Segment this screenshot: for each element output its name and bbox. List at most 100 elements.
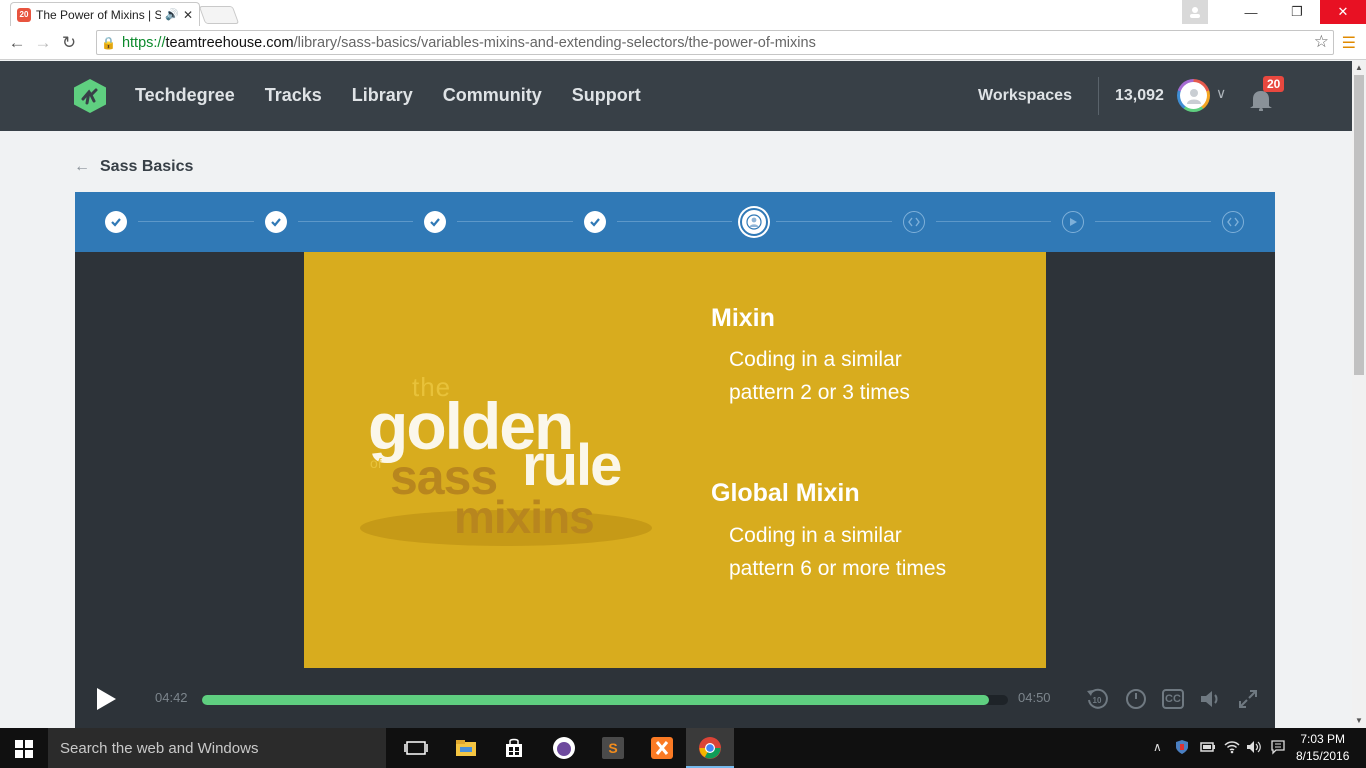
nav-community[interactable]: Community	[443, 85, 542, 106]
rewind-label: 10	[1093, 696, 1102, 705]
taskbar-clock[interactable]: 7:03 PM 8/15/2016	[1296, 731, 1349, 765]
back-arrow-icon[interactable]: ←	[74, 158, 90, 176]
player-controls: 04:42 04:50 10 CC	[75, 668, 1275, 728]
breadcrumb-label[interactable]: Sass Basics	[100, 158, 193, 176]
browser-menu-icon[interactable]: ☰	[1342, 33, 1356, 53]
chrome-taskbar-button[interactable]	[686, 728, 734, 768]
action-center-icon[interactable]	[1270, 739, 1286, 755]
step-video-play-icon[interactable]	[1062, 211, 1084, 233]
avatar[interactable]	[1177, 79, 1210, 112]
taskbar-search-input[interactable]: Search the web and Windows	[48, 728, 386, 768]
minimize-icon[interactable]: —	[1228, 0, 1274, 24]
nav-library[interactable]: Library	[352, 85, 413, 106]
address-bar: ← → ↻ 🔒 https://teamtreehouse.com/librar…	[0, 26, 1366, 60]
current-time: 04:42	[155, 690, 188, 705]
progress-track[interactable]	[202, 695, 1008, 705]
main-nav: Techdegree Tracks Library Community Supp…	[135, 85, 641, 106]
step-code-challenge-icon[interactable]	[1221, 211, 1244, 233]
speaker-icon[interactable]	[1246, 740, 1262, 754]
fullscreen-icon[interactable]	[1236, 687, 1260, 711]
step-connector	[457, 221, 573, 222]
nav-tracks[interactable]: Tracks	[265, 85, 322, 106]
nav-techdegree[interactable]: Techdegree	[135, 85, 235, 106]
url-input[interactable]: 🔒 https://teamtreehouse.com/library/sass…	[96, 30, 1334, 55]
video-slide: the golden of sass rule mixins Mixin Cod…	[304, 252, 1046, 668]
step-code-challenge-icon[interactable]	[902, 211, 925, 233]
play-icon[interactable]	[95, 688, 117, 710]
step-complete-check-icon[interactable]	[105, 211, 127, 233]
video-player[interactable]: the golden of sass rule mixins Mixin Cod…	[75, 252, 1275, 728]
slide-text-mixin-1: Coding in a similar	[729, 348, 902, 371]
clock-time: 7:03 PM	[1300, 732, 1346, 746]
window-controls: — ❐ ✕	[1182, 0, 1366, 24]
tab-title: The Power of Mixins | S	[36, 7, 162, 22]
course-progress-steps	[75, 192, 1275, 252]
site-header: Techdegree Tracks Library Community Supp…	[0, 61, 1352, 131]
step-complete-check-icon[interactable]	[264, 211, 287, 233]
window-close-icon[interactable]: ✕	[1320, 0, 1366, 24]
step-complete-check-icon[interactable]	[583, 211, 606, 233]
notification-badge[interactable]: 20	[1263, 76, 1285, 92]
slide-heading-global-mixin: Global Mixin	[711, 479, 860, 507]
slide-text-global-2: pattern 6 or more times	[729, 557, 947, 580]
task-view-icon[interactable]	[404, 736, 428, 760]
points-count[interactable]: 13,092	[1115, 87, 1164, 105]
scroll-up-icon[interactable]: ▲	[1352, 61, 1366, 75]
step-connector	[138, 221, 254, 222]
url-path: /library/sass-basics/variables-mixins-an…	[293, 34, 816, 51]
step-connector	[297, 221, 413, 222]
speed-icon[interactable]	[1124, 687, 1148, 711]
step-current-video-icon[interactable]	[740, 208, 768, 236]
tab-audio-icon[interactable]: 🔊	[165, 8, 179, 21]
slide-text-global-1: Coding in a similar	[729, 524, 902, 547]
slide-text-mixin-2: pattern 2 or 3 times	[729, 381, 910, 404]
golden-rule-mixins: mixins	[454, 491, 595, 543]
svg-text:S: S	[608, 740, 617, 756]
browser-profile-icon[interactable]	[1182, 0, 1208, 24]
windows-start-icon[interactable]	[15, 740, 33, 758]
volume-icon[interactable]	[1199, 687, 1223, 711]
browser-tab[interactable]: 20 The Power of Mixins | S 🔊 ✕	[10, 2, 200, 26]
step-complete-check-icon[interactable]	[424, 211, 446, 233]
scroll-down-icon[interactable]: ▼	[1352, 714, 1366, 728]
store-icon[interactable]	[502, 736, 526, 760]
page-scrollbar[interactable]: ▲ ▼	[1352, 61, 1366, 728]
closed-captions-icon[interactable]: CC	[1162, 689, 1184, 709]
lock-icon: 🔒	[101, 35, 116, 50]
workspaces-link[interactable]: Workspaces	[978, 87, 1072, 105]
sublime-text-icon[interactable]: S	[601, 736, 625, 760]
new-tab-button[interactable]	[198, 6, 240, 24]
treehouse-favicon-icon: 20	[17, 7, 31, 22]
step-connector	[935, 221, 1051, 222]
golden-rule-rule: rule	[522, 433, 622, 498]
duration: 04:50	[1018, 690, 1051, 705]
header-divider	[1098, 77, 1099, 115]
nav-support[interactable]: Support	[572, 85, 641, 106]
forward-icon[interactable]: →	[30, 33, 56, 53]
slide-heading-mixin: Mixin	[711, 304, 775, 332]
scroll-thumb[interactable]	[1354, 75, 1364, 375]
bell-icon[interactable]	[1248, 89, 1274, 111]
restore-icon[interactable]: ❐	[1274, 0, 1320, 24]
reload-icon[interactable]: ↻	[56, 33, 82, 53]
defender-icon[interactable]	[1174, 739, 1190, 755]
step-connector	[616, 221, 732, 222]
tab-close-icon[interactable]: ✕	[183, 8, 193, 22]
bookmark-star-icon[interactable]: ☆	[1314, 32, 1329, 52]
battery-icon[interactable]	[1200, 740, 1216, 754]
xampp-icon[interactable]	[650, 736, 674, 760]
file-explorer-icon[interactable]	[454, 736, 478, 760]
chrome-icon	[699, 737, 721, 759]
breadcrumb[interactable]: ← Sass Basics	[74, 158, 193, 176]
step-connector	[1095, 221, 1211, 222]
chevron-down-icon[interactable]: ∨	[1216, 85, 1226, 102]
golden-rule-of: of	[370, 455, 382, 471]
back-icon[interactable]: ←	[4, 33, 30, 53]
tray-chevron-up-icon[interactable]: ∧	[1153, 740, 1162, 754]
progress-fill	[202, 695, 989, 705]
github-icon[interactable]	[552, 736, 576, 760]
rewind-10-icon[interactable]: 10	[1085, 687, 1109, 711]
browser-tab-bar: 20 The Power of Mixins | S 🔊 ✕ — ❐ ✕	[0, 0, 1366, 26]
wifi-icon[interactable]	[1224, 740, 1240, 754]
treehouse-logo-icon[interactable]	[74, 79, 106, 113]
